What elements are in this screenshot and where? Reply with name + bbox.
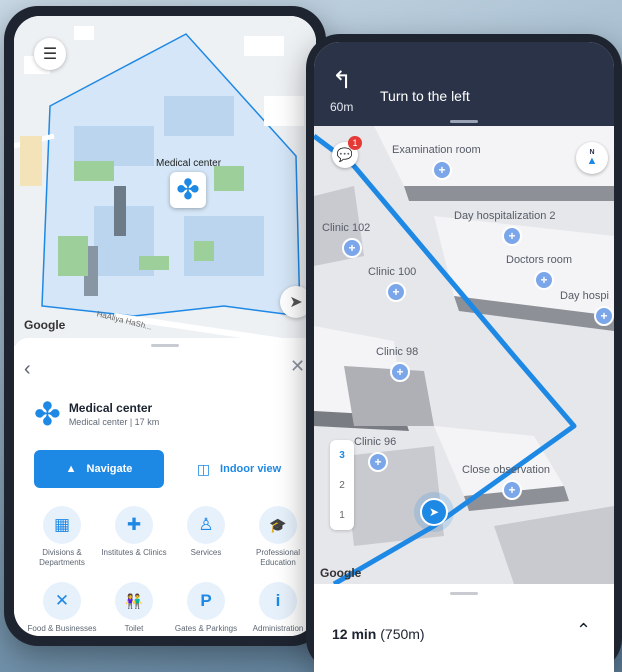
indoor-view-label: Indoor view bbox=[220, 463, 282, 475]
navigation-banner: ↰ 60m Turn to the left bbox=[314, 42, 614, 126]
compass-button[interactable]: N ▲ bbox=[576, 142, 608, 174]
category-label: Divisions & Departments bbox=[39, 548, 85, 567]
user-arrow-icon: ➤ bbox=[420, 498, 448, 526]
floor-3[interactable]: 3 bbox=[330, 440, 354, 470]
category-label: Professional Education bbox=[255, 548, 301, 567]
poi-plus-icon[interactable]: + bbox=[502, 480, 522, 500]
building-icon: ▦ bbox=[43, 506, 81, 544]
poi-plus-icon[interactable]: + bbox=[390, 362, 410, 382]
indoor-map[interactable]: 💬 1 N ▲ Examination room + Day hospitali… bbox=[314, 126, 614, 584]
turn-distance: 60m bbox=[330, 100, 354, 114]
room-label: Doctors room bbox=[506, 254, 573, 266]
navigate-arrow-icon: ▲ bbox=[65, 463, 77, 475]
category-label: Administration bbox=[252, 624, 304, 633]
parking-icon: P bbox=[187, 582, 225, 620]
notification-count: 1 bbox=[348, 136, 362, 150]
category-toilet[interactable]: 👫 Toilet bbox=[98, 582, 170, 634]
close-button[interactable]: ✕ bbox=[290, 356, 305, 377]
floor-selector: 3 2 1 bbox=[330, 440, 354, 530]
banner-handle[interactable] bbox=[450, 120, 478, 123]
category-institutes[interactable]: ✚ Institutes & Clinics bbox=[98, 506, 170, 558]
room-label: Day hospi bbox=[560, 290, 609, 302]
category-label: Food & Businesses bbox=[27, 624, 97, 633]
info-icon: i bbox=[259, 582, 297, 620]
left-screen: ☰ Medical center ✤ HaAliya HaSh... Googl… bbox=[14, 16, 316, 636]
poi-plus-icon[interactable]: + bbox=[386, 282, 406, 302]
food-icon: ✕ bbox=[43, 582, 81, 620]
floor-2[interactable]: 2 bbox=[330, 470, 354, 500]
poi-plus-icon[interactable]: + bbox=[368, 452, 388, 472]
place-sheet: ‹ ✕ ✤ Medical center Medical center | 17… bbox=[14, 338, 316, 636]
navigation-arrow-icon: ➤ bbox=[289, 294, 303, 311]
summary-handle[interactable] bbox=[450, 592, 478, 595]
category-label: Gates & Parkings bbox=[174, 624, 238, 633]
right-screen: ↰ 60m Turn to the left 💬 1 N ▲ Examinati… bbox=[314, 42, 614, 672]
category-food[interactable]: ✕ Food & Businesses bbox=[26, 582, 98, 634]
room-label: Clinic 96 bbox=[354, 436, 397, 448]
category-label: Toilet bbox=[124, 624, 144, 633]
chat-icon: 💬 bbox=[336, 147, 354, 162]
poi-plus-icon[interactable]: + bbox=[502, 226, 522, 246]
navigate-label: Navigate bbox=[86, 463, 133, 475]
turn-instruction: Turn to the left bbox=[380, 88, 470, 104]
medical-center-pin[interactable]: ✤ bbox=[170, 172, 206, 208]
category-divisions[interactable]: ▦ Divisions & Departments bbox=[26, 506, 98, 567]
place-header: ✤ Medical center Medical center | 17 km bbox=[34, 398, 159, 430]
expand-button[interactable]: ⌃ bbox=[576, 620, 591, 641]
category-label: Services bbox=[190, 548, 222, 557]
category-administration[interactable]: i Administration bbox=[242, 582, 314, 634]
medkit-icon: ✚ bbox=[115, 506, 153, 544]
google-logo: Google bbox=[320, 566, 362, 580]
map-place-label: Medical center bbox=[156, 158, 222, 169]
clover-icon: ✤ bbox=[34, 396, 61, 432]
room-label: Close observation bbox=[462, 464, 551, 476]
poi-plus-icon[interactable]: + bbox=[534, 270, 554, 290]
eta-distance: (750m) bbox=[380, 626, 425, 642]
category-gates[interactable]: P Gates & Parkings bbox=[170, 582, 242, 634]
category-services[interactable]: ♙ Services bbox=[170, 506, 242, 558]
google-logo: Google bbox=[24, 318, 66, 332]
room-label: Examination room bbox=[392, 144, 481, 156]
compass-arrow-icon: ▲ bbox=[586, 155, 598, 167]
navigate-button[interactable]: ▲ Navigate bbox=[34, 450, 164, 488]
poi-plus-icon[interactable]: + bbox=[594, 306, 614, 326]
indoor-map-drawing bbox=[314, 126, 614, 584]
turn-left-icon: ↰ bbox=[332, 67, 353, 94]
clover-icon: ✤ bbox=[176, 174, 200, 205]
category-label: Institutes & Clinics bbox=[101, 548, 167, 557]
room-label: Clinic 98 bbox=[376, 346, 419, 358]
indoor-view-button[interactable]: ◫ Indoor view bbox=[174, 450, 304, 488]
eta: 12 min (750m) bbox=[332, 626, 425, 642]
place-subtitle: Medical center | 17 km bbox=[68, 417, 160, 427]
place-title: Medical center bbox=[68, 401, 153, 415]
chevron-up-icon: ⌃ bbox=[576, 620, 592, 640]
phone-left: ☰ Medical center ✤ HaAliya HaSh... Googl… bbox=[4, 6, 326, 646]
hamburger-icon: ☰ bbox=[42, 46, 58, 63]
poi-plus-icon[interactable]: + bbox=[342, 238, 362, 258]
room-label: Clinic 100 bbox=[368, 266, 417, 278]
graduation-icon: 🎓 bbox=[259, 506, 297, 544]
user-location: ➤ bbox=[414, 492, 454, 532]
close-icon: ✕ bbox=[290, 356, 306, 376]
campus-map[interactable]: ☰ Medical center ✤ HaAliya HaSh... Googl… bbox=[14, 16, 316, 346]
menu-button[interactable]: ☰ bbox=[34, 38, 66, 70]
eta-time: 12 min bbox=[332, 626, 377, 642]
room-label: Clinic 102 bbox=[322, 222, 371, 234]
services-icon: ♙ bbox=[187, 506, 225, 544]
sheet-handle[interactable] bbox=[151, 344, 179, 347]
category-education[interactable]: 🎓 Professional Education bbox=[242, 506, 314, 567]
phone-right: ↰ 60m Turn to the left 💬 1 N ▲ Examinati… bbox=[306, 34, 622, 672]
back-button[interactable]: ‹ bbox=[24, 358, 31, 381]
poi-plus-icon[interactable]: + bbox=[432, 160, 452, 180]
route-summary[interactable]: 12 min (750m) ⌃ bbox=[314, 584, 614, 672]
chevron-left-icon: ‹ bbox=[24, 358, 31, 380]
floor-1[interactable]: 1 bbox=[330, 500, 354, 530]
toilet-icon: 👫 bbox=[115, 582, 153, 620]
indoor-map-icon: ◫ bbox=[196, 460, 211, 477]
room-label: Day hospitalization 2 bbox=[454, 210, 556, 222]
